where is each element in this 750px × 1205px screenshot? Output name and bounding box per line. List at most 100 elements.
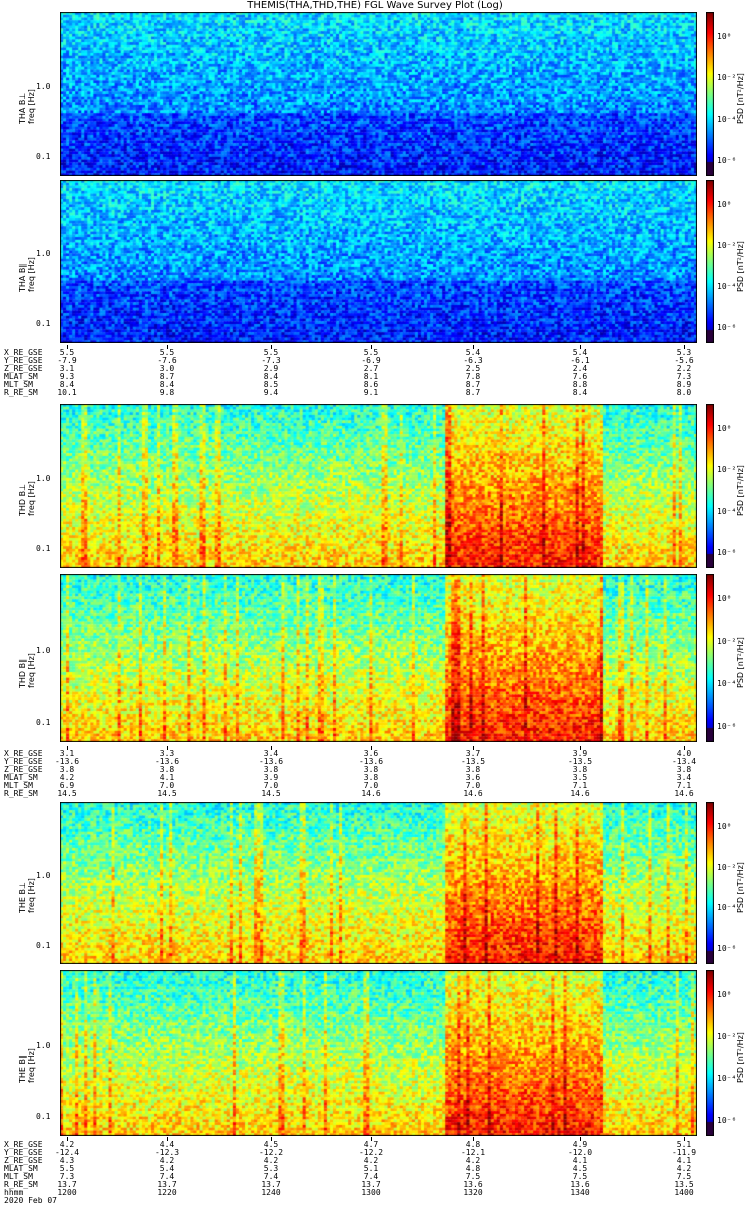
colorbar-tick-label: 10⁻⁴ bbox=[717, 1074, 737, 1083]
colorbar-tick-label: 10⁻⁴ bbox=[717, 679, 737, 689]
spectrogram-tha-0 bbox=[60, 12, 697, 176]
colorbar-tick-label: 10⁻² bbox=[717, 1032, 737, 1041]
colorbar-tick-label: 10⁻⁶ bbox=[717, 548, 737, 557]
y-axis-label: THA B⊥ freq [Hz] bbox=[18, 89, 36, 124]
ephemeris-row-name: R_RE_SM bbox=[4, 789, 38, 798]
colorbar-tick-label: 10⁻⁴ bbox=[717, 282, 737, 291]
spectrogram-thd-3 bbox=[60, 574, 697, 742]
colorbar-tick-label: 10⁰ bbox=[717, 990, 732, 999]
colorbar-tick-label: 10⁻⁶ bbox=[717, 722, 737, 731]
colorbar bbox=[706, 970, 714, 1136]
colorbar-tick-label: 10⁻⁶ bbox=[717, 1116, 737, 1125]
ephemeris-value: 14.6 bbox=[361, 789, 381, 798]
colorbar bbox=[706, 574, 714, 742]
ephemeris-value: 14.5 bbox=[57, 789, 77, 798]
ephemeris-value: 14.5 bbox=[157, 789, 177, 798]
freq-tick-label: 0.1 bbox=[36, 1112, 51, 1122]
ephemeris-value: 9.8 bbox=[159, 388, 175, 397]
colorbar-tick-label: 10⁻⁴ bbox=[717, 903, 737, 913]
colorbar-tick-label: 10⁻² bbox=[717, 73, 737, 83]
colorbar-label: PSD [nT²/Hz] bbox=[736, 637, 745, 688]
ephemeris-value: 1400 bbox=[674, 1188, 694, 1197]
colorbar-tick-label: 10⁰ bbox=[717, 200, 732, 209]
ephemeris-value: 1300 bbox=[361, 1188, 381, 1197]
y-axis-label-line: THD B∥ bbox=[18, 658, 27, 688]
spectrogram-canvas bbox=[60, 404, 697, 568]
y-axis-label-line: THE B∥ bbox=[18, 1055, 27, 1083]
ephemeris-value: 1220 bbox=[157, 1188, 177, 1197]
y-axis-label: THD B⊥ freq [Hz] bbox=[18, 481, 36, 516]
ephemeris-value: 1200 bbox=[57, 1188, 77, 1197]
colorbar-tick-label: 10⁻² bbox=[717, 241, 737, 250]
y-axis-label-line: freq [Hz] bbox=[27, 89, 36, 124]
colorbar-tick-label: 10⁻⁶ bbox=[717, 156, 737, 165]
y-axis-label: THD B∥ freq [Hz] bbox=[18, 653, 36, 688]
y-axis-label-line: freq [Hz] bbox=[27, 653, 36, 688]
ephemeris-value: 14.6 bbox=[463, 789, 483, 798]
freq-tick-label: 1.0 bbox=[36, 645, 51, 655]
ephemeris-row-name: R_RE_SM bbox=[4, 388, 38, 397]
spectrogram-thd-2 bbox=[60, 404, 697, 568]
colorbar bbox=[706, 404, 714, 568]
colorbar-tick-label: 10⁻⁴ bbox=[717, 506, 737, 516]
ephemeris-value: 14.5 bbox=[261, 789, 281, 798]
y-axis-label-line: freq [Hz] bbox=[27, 878, 36, 913]
freq-tick-label: 1.0 bbox=[36, 81, 51, 91]
ephemeris-value: 8.4 bbox=[572, 388, 588, 397]
y-axis-label-line: THD B⊥ bbox=[18, 483, 27, 516]
y-axis-label-line: THA B∥ bbox=[18, 263, 27, 292]
colorbar-label: PSD [nT²/Hz] bbox=[736, 73, 745, 124]
colorbar-tick-label: 10⁰ bbox=[717, 424, 732, 433]
ephemeris-value: 9.1 bbox=[363, 388, 379, 397]
colorbar bbox=[706, 12, 714, 176]
freq-tick-label: 0.1 bbox=[36, 717, 51, 727]
ephemeris-value: 1320 bbox=[463, 1188, 483, 1197]
colorbar-tick-label: 10⁻² bbox=[717, 465, 737, 475]
freq-tick-label: 0.1 bbox=[36, 544, 51, 554]
y-axis-label-line: freq [Hz] bbox=[27, 481, 36, 516]
colorbar-tick-label: 10⁻⁴ bbox=[717, 114, 737, 124]
colorbar-tick-label: 10⁰ bbox=[717, 822, 732, 831]
colorbar-tick-label: 10⁻⁶ bbox=[717, 323, 737, 332]
freq-tick-label: 1.0 bbox=[36, 473, 51, 483]
colorbar-tick-label: 10⁻² bbox=[717, 862, 737, 872]
y-axis-label-line: freq [Hz] bbox=[27, 1048, 36, 1083]
colorbar-label: PSD [nT²/Hz] bbox=[736, 1032, 745, 1083]
freq-tick-label: 1.0 bbox=[36, 249, 51, 259]
y-axis-label-line: THA B⊥ bbox=[18, 92, 27, 124]
spectrogram-canvas bbox=[60, 802, 697, 964]
colorbar bbox=[706, 180, 714, 343]
colorbar-label: PSD [nT²/Hz] bbox=[736, 240, 745, 292]
colorbar-label: PSD [nT²/Hz] bbox=[736, 862, 745, 913]
ephemeris-row-name: 2020 Feb 07 bbox=[4, 1196, 57, 1205]
colorbar-tick-label: 10⁻² bbox=[717, 636, 737, 646]
colorbar-label: PSD [nT²/Hz] bbox=[736, 465, 745, 516]
ephemeris-value: 14.6 bbox=[674, 789, 694, 798]
ephemeris-value: 10.1 bbox=[57, 388, 77, 397]
ephemeris-value: 14.6 bbox=[570, 789, 590, 798]
spectrogram-canvas bbox=[60, 574, 697, 742]
y-axis-label: THE B∥ freq [Hz] bbox=[18, 1048, 36, 1083]
colorbar-tick-label: 10⁰ bbox=[717, 594, 732, 603]
spectrogram-canvas bbox=[60, 970, 697, 1136]
spectrogram-canvas bbox=[60, 180, 697, 343]
colorbar-tick-label: 10⁰ bbox=[717, 32, 732, 41]
spectrogram-tha-1 bbox=[60, 180, 697, 343]
spectrogram-canvas bbox=[60, 12, 697, 176]
freq-tick-label: 1.0 bbox=[36, 870, 51, 880]
ephemeris-value: 8.7 bbox=[465, 388, 481, 397]
y-axis-label: THA B∥ freq [Hz] bbox=[18, 257, 36, 292]
ephemeris-value: 8.0 bbox=[676, 388, 692, 397]
colorbar-tick-label: 10⁻⁶ bbox=[717, 944, 737, 953]
ephemeris-value: 1340 bbox=[570, 1188, 590, 1197]
freq-tick-label: 0.1 bbox=[36, 319, 51, 329]
freq-tick-label: 0.1 bbox=[36, 152, 51, 162]
spectrogram-the-4 bbox=[60, 802, 697, 964]
freq-tick-label: 0.1 bbox=[36, 940, 51, 950]
ephemeris-value: 9.4 bbox=[263, 388, 279, 397]
y-axis-label: THE B⊥ freq [Hz] bbox=[18, 878, 36, 913]
y-axis-label-line: freq [Hz] bbox=[27, 256, 36, 292]
colorbar bbox=[706, 802, 714, 964]
freq-tick-label: 1.0 bbox=[36, 1040, 51, 1050]
y-axis-label-line: THE B⊥ bbox=[18, 882, 27, 913]
